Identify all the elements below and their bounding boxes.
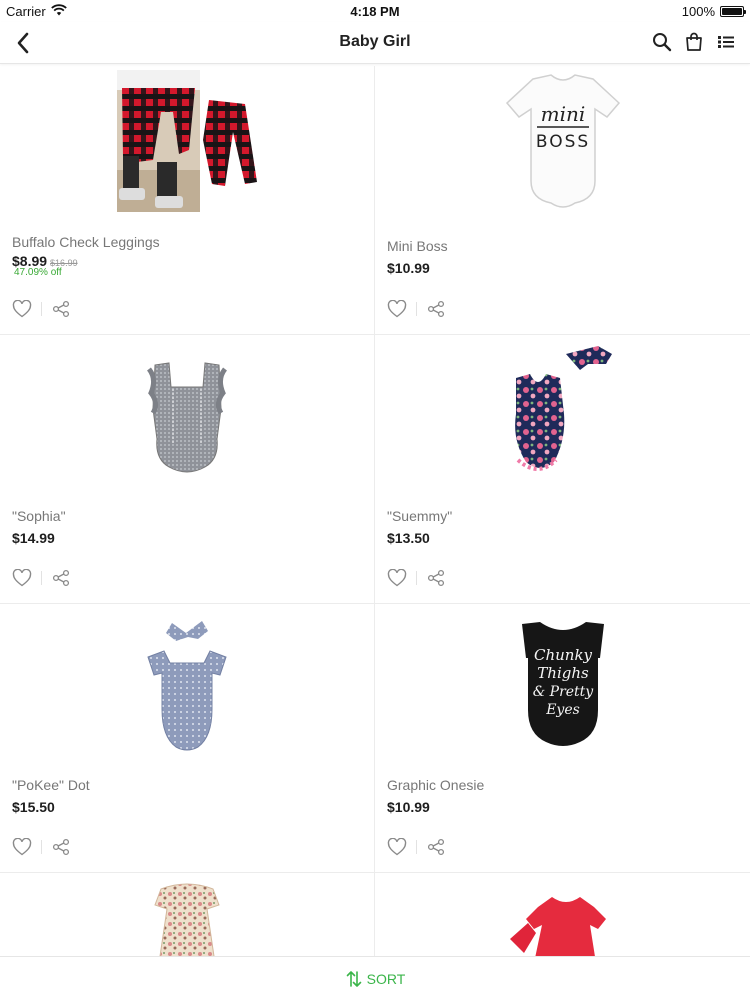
product-card[interactable]: [375, 873, 750, 956]
page-title: Baby Girl: [339, 33, 411, 50]
navigation-bar: Baby Girl: [0, 22, 750, 64]
heart-icon: [12, 838, 32, 856]
product-actions: [11, 567, 72, 589]
carrier-label: Carrier: [6, 3, 46, 19]
sort-button[interactable]: SORT: [0, 956, 750, 1000]
wishlist-button[interactable]: [386, 567, 408, 589]
divider: [41, 840, 42, 854]
wishlist-button[interactable]: [11, 836, 33, 858]
cart-button[interactable]: [682, 30, 706, 54]
share-button[interactable]: [425, 298, 447, 320]
product-name: Graphic Onesie: [387, 777, 485, 793]
divider: [416, 302, 417, 316]
wishlist-button[interactable]: [11, 567, 33, 589]
product-image[interactable]: [0, 66, 374, 216]
product-image[interactable]: mini BOSS: [375, 66, 750, 216]
product-card[interactable]: [0, 873, 375, 956]
divider: [416, 840, 417, 854]
product-name: "PoKee" Dot: [12, 777, 90, 793]
onesie-text-pretty: & Pretty: [532, 684, 594, 700]
product-name: Buffalo Check Leggings: [12, 234, 160, 250]
product-row: Buffalo Check Leggings $8.99 $16.99 47.09…: [0, 66, 750, 335]
list-view-icon: [718, 36, 734, 48]
search-icon: [653, 33, 672, 52]
product-card[interactable]: mini BOSS Mini Boss $10.99: [375, 66, 750, 334]
onesie-text-mini: mini: [540, 102, 585, 126]
heart-icon: [387, 838, 407, 856]
product-price: $13.50: [387, 530, 430, 546]
product-image[interactable]: [0, 608, 374, 758]
product-price: $14.99: [12, 530, 55, 546]
heart-icon: [12, 300, 32, 318]
share-button[interactable]: [50, 836, 72, 858]
share-button[interactable]: [425, 836, 447, 858]
product-image[interactable]: [0, 349, 374, 489]
product-actions: [386, 836, 447, 858]
onesie-text-boss: BOSS: [535, 132, 589, 152]
status-time: 4:18 PM: [350, 3, 400, 19]
share-button[interactable]: [50, 567, 72, 589]
product-image[interactable]: Chunky Thighs & Pretty Eyes: [375, 608, 750, 758]
shopping-bag-icon: [686, 32, 702, 51]
product-actions: [386, 298, 447, 320]
sort-label: SORT: [366, 970, 406, 987]
product-image[interactable]: [0, 881, 374, 956]
product-card[interactable]: Buffalo Check Leggings $8.99 $16.99 47.09…: [0, 66, 375, 334]
wishlist-button[interactable]: [386, 836, 408, 858]
product-card[interactable]: "Suemmy" $13.50: [375, 335, 750, 603]
share-icon: [427, 300, 445, 318]
divider: [416, 571, 417, 585]
product-name: Mini Boss: [387, 238, 448, 254]
status-bar: Carrier 4:18 PM 100%: [0, 0, 750, 22]
onesie-text-thighs: Thighs: [537, 664, 589, 682]
product-row: [0, 873, 750, 956]
share-icon: [52, 569, 70, 587]
product-name: "Suemmy": [387, 508, 453, 524]
battery-percent: 100%: [681, 3, 715, 19]
divider: [41, 571, 42, 585]
share-button[interactable]: [50, 298, 72, 320]
product-card[interactable]: "PoKee" Dot $15.50: [0, 604, 375, 872]
product-actions: [11, 298, 72, 320]
share-icon: [427, 569, 445, 587]
onesie-text-chunky: Chunky: [533, 646, 592, 664]
sort-arrows-icon: [346, 970, 361, 987]
heart-icon: [387, 569, 407, 587]
search-button[interactable]: [650, 30, 674, 54]
wifi-icon: [50, 3, 67, 19]
product-name: "Sophia": [12, 508, 66, 524]
heart-icon: [387, 300, 407, 318]
product-actions: [11, 836, 72, 858]
wishlist-button[interactable]: [11, 298, 33, 320]
product-actions: [386, 567, 447, 589]
share-icon: [52, 300, 70, 318]
heart-icon: [12, 569, 32, 587]
product-price: $10.99: [387, 260, 430, 276]
share-icon: [52, 838, 70, 856]
divider: [41, 302, 42, 316]
discount-label: 47.09% off: [14, 267, 62, 278]
product-card[interactable]: Chunky Thighs & Pretty Eyes Graphic Ones…: [375, 604, 750, 872]
share-icon: [427, 838, 445, 856]
product-price: $10.99: [387, 799, 430, 815]
list-view-button[interactable]: [714, 30, 738, 54]
product-image[interactable]: [375, 339, 750, 489]
product-card[interactable]: "Sophia" $14.99: [0, 335, 375, 603]
battery-icon: [720, 5, 746, 17]
product-image[interactable]: [375, 893, 750, 956]
product-price: $15.50: [12, 799, 55, 815]
product-row: "Sophia" $14.99 "Suemmy" $13.50: [0, 335, 750, 604]
onesie-text-eyes: Eyes: [545, 702, 580, 718]
product-grid: Buffalo Check Leggings $8.99 $16.99 47.09…: [0, 66, 750, 956]
wishlist-button[interactable]: [386, 298, 408, 320]
share-button[interactable]: [425, 567, 447, 589]
product-row: "PoKee" Dot $15.50 Chunky Thighs & Prett…: [0, 604, 750, 873]
